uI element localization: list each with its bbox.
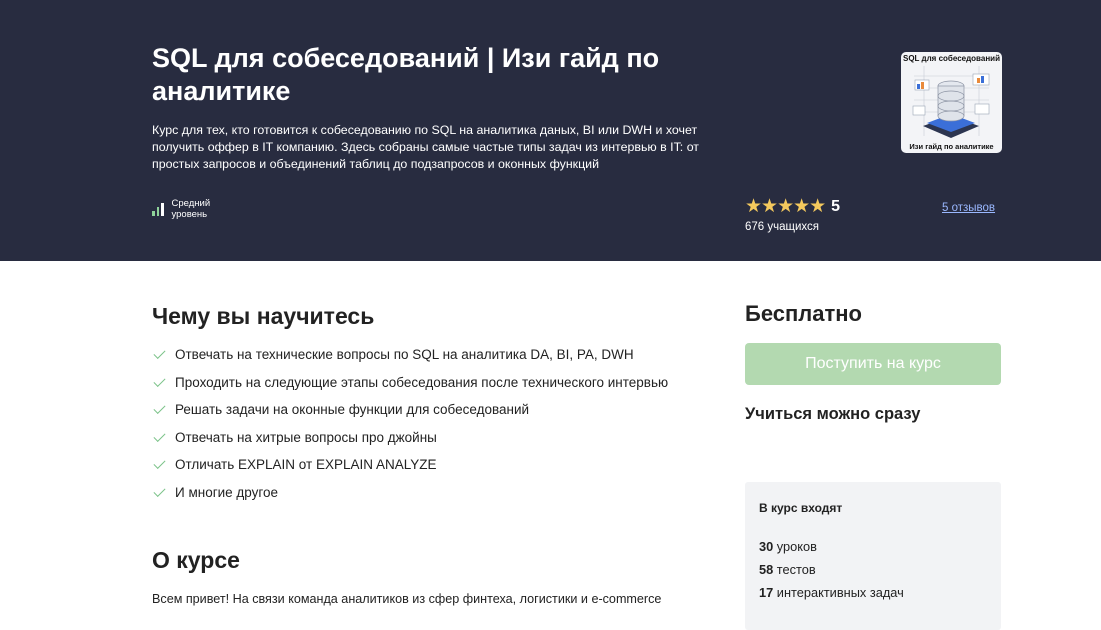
thumbnail-bottom-text: Изи гайд по аналитике bbox=[909, 142, 994, 151]
learn-section-title: Чему вы научитесь bbox=[152, 303, 375, 329]
includes-label: тестов bbox=[776, 562, 816, 577]
thumbnail-top-text: SQL для собеседований bbox=[903, 54, 1000, 63]
learn-item-text: И многие другое bbox=[175, 484, 279, 500]
list-item: Отличать EXPLAIN от EXPLAIN ANALYZE bbox=[152, 451, 668, 479]
signal-bars-icon bbox=[152, 202, 164, 216]
includes-label: уроков bbox=[776, 539, 817, 554]
checkmark-icon bbox=[153, 374, 166, 387]
course-hero: SQL для собеседований | Изи гайд по анал… bbox=[0, 0, 1101, 261]
about-section-title: О курсе bbox=[152, 547, 240, 573]
checkmark-icon bbox=[153, 484, 166, 497]
difficulty-level: Средний уровень bbox=[152, 198, 232, 220]
learn-list: Отвечать на технические вопросы по SQL н… bbox=[152, 341, 668, 506]
learn-item-text: Решать задачи на оконные функции для соб… bbox=[175, 402, 530, 418]
course-description: Курс для тех, кто готовится к собеседова… bbox=[152, 123, 699, 171]
checkmark-icon bbox=[153, 347, 166, 360]
includes-title: В курс входят bbox=[759, 501, 843, 515]
course-rating: ★★★★★ 5 bbox=[745, 197, 840, 217]
learn-item-text: Отвечать на технические вопросы по SQL н… bbox=[175, 347, 634, 363]
learners-count: 676 учащихся bbox=[745, 221, 820, 233]
checkmark-icon bbox=[153, 402, 166, 415]
list-item: И многие другое bbox=[152, 479, 668, 507]
includes-count: 17 bbox=[759, 585, 774, 600]
includes-item: 58 тестов bbox=[759, 562, 987, 585]
level-label: Средний уровень bbox=[171, 198, 211, 220]
study-now-label: Учиться можно сразу bbox=[745, 405, 921, 423]
list-item: Отвечать на хитрые вопросы про джойны bbox=[152, 424, 668, 452]
checkmark-icon bbox=[153, 429, 166, 442]
includes-label: интерактивных задач bbox=[776, 585, 904, 600]
list-item: Отвечать на технические вопросы по SQL н… bbox=[152, 341, 668, 369]
includes-count: 30 bbox=[759, 539, 774, 554]
course-includes-panel: В курс входят 30 уроков 58 тестов 17 инт… bbox=[745, 482, 1001, 630]
rating-value: 5 bbox=[831, 198, 841, 215]
learn-item-text: Проходить на следующие этапы собеседован… bbox=[175, 374, 669, 390]
course-title: SQL для собеседований | Изи гайд по анал… bbox=[152, 43, 660, 106]
reviews-link[interactable]: 5 отзывов bbox=[942, 202, 995, 214]
includes-count: 58 bbox=[759, 562, 774, 577]
includes-item: 30 уроков bbox=[759, 539, 987, 562]
learn-item-text: Отличать EXPLAIN от EXPLAIN ANALYZE bbox=[175, 457, 437, 473]
database-illustration-icon bbox=[912, 66, 990, 138]
includes-item: 17 интерактивных задач bbox=[759, 585, 987, 608]
enroll-button[interactable]: Поступить на курс bbox=[745, 343, 1001, 385]
checkmark-icon bbox=[153, 457, 166, 470]
star-rating-icon: ★★★★★ bbox=[745, 196, 826, 217]
about-text: Всем привет! На связи команда аналитиков… bbox=[152, 592, 662, 606]
learn-item-text: Отвечать на хитрые вопросы про джойны bbox=[175, 429, 437, 445]
list-item: Решать задачи на оконные функции для соб… bbox=[152, 396, 668, 424]
course-price: Бесплатно bbox=[745, 301, 862, 326]
list-item: Проходить на следующие этапы собеседован… bbox=[152, 369, 668, 397]
course-thumbnail: SQL для собеседований Изи гайд по аналит… bbox=[901, 52, 1002, 153]
